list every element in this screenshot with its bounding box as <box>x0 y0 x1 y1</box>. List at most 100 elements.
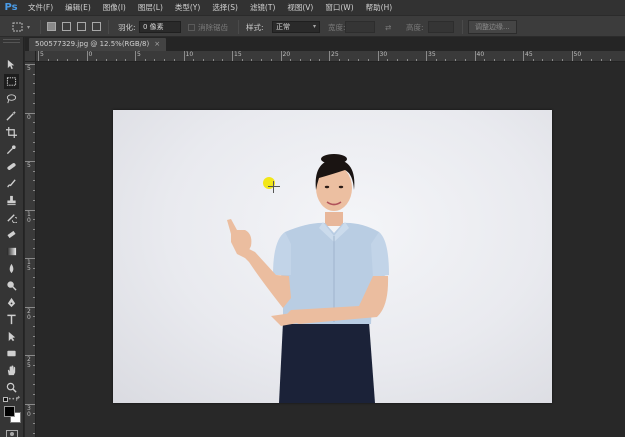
eraser-icon[interactable] <box>4 227 19 242</box>
hand-icon[interactable] <box>4 363 19 378</box>
ruler-tick <box>426 51 427 61</box>
style-value: 正常 <box>276 23 290 31</box>
blur-icon[interactable] <box>4 261 19 276</box>
ruler-label: 5 <box>137 51 141 58</box>
ruler-label: 5 <box>27 65 31 72</box>
intersect-selection-icon[interactable] <box>92 22 101 31</box>
ruler-label: 35 <box>428 51 436 58</box>
subtract-from-selection-icon[interactable] <box>77 22 86 31</box>
ruler-label: 0 <box>27 113 31 121</box>
menu-edit[interactable]: 编辑(E) <box>59 0 97 15</box>
magic-wand-icon[interactable] <box>4 108 19 123</box>
ruler-tick <box>523 51 524 61</box>
feather-label: 羽化: <box>118 22 136 32</box>
swap-colors-icon[interactable]: ↱ <box>15 395 21 403</box>
divider <box>462 20 463 34</box>
refine-edge-button[interactable]: 调整边缘... <box>468 20 517 34</box>
feather-input[interactable]: 0 像素 <box>139 21 181 33</box>
path-selection-icon[interactable] <box>4 329 19 344</box>
height-label: 高度: <box>406 22 424 32</box>
ruler-tick <box>329 51 330 61</box>
crop-icon[interactable] <box>4 125 19 140</box>
menu-filter[interactable]: 滤镜(T) <box>244 0 281 15</box>
menu-type[interactable]: 类型(Y) <box>169 0 206 15</box>
checkbox-icon <box>188 23 195 31</box>
ruler-label: 25 <box>331 51 339 58</box>
width-input[interactable] <box>345 21 375 33</box>
gradient-icon[interactable] <box>4 244 19 259</box>
lasso-icon[interactable] <box>4 91 19 106</box>
toolbox-grip[interactable] <box>3 39 20 43</box>
ruler-label: 5 <box>27 162 31 169</box>
chevron-down-icon: ▾ <box>312 23 316 30</box>
add-to-selection-icon[interactable] <box>62 22 71 31</box>
ruler-label: 2 5 <box>27 356 31 369</box>
ruler-label: 3 0 <box>27 404 31 418</box>
menu-layer[interactable]: 图层(L) <box>132 0 169 15</box>
ruler-tick <box>86 51 88 61</box>
divider <box>238 20 239 34</box>
ruler-tick <box>280 51 282 61</box>
ruler-label: 0 <box>88 51 93 58</box>
move-icon[interactable] <box>4 57 19 72</box>
ruler-label: 1 5 <box>27 259 31 272</box>
history-brush-icon[interactable] <box>4 210 19 225</box>
style-select[interactable]: 正常 ▾ <box>272 21 320 33</box>
ruler-label: 50 <box>573 51 582 58</box>
quick-mask-icon[interactable] <box>6 430 18 437</box>
options-bar: ▾ 羽化: 0 像素 消除锯齿 样式: 正常 ▾ 宽度: ⇄ 高度: 调整边缘.… <box>0 15 625 37</box>
menu-view[interactable]: 视图(V) <box>281 0 319 15</box>
ruler-label: 1 0 <box>27 210 31 224</box>
antialias-label: 消除锯齿 <box>198 22 228 32</box>
tool-preset-picker[interactable]: ▾ <box>12 16 30 38</box>
menu-window[interactable]: 窗口(W) <box>319 0 359 15</box>
ruler-label: 20 <box>282 51 291 58</box>
ruler-tick <box>571 51 573 61</box>
vertical-ruler[interactable]: 5 0 5 1 0 1 5 2 0 2 5 3 0 <box>25 62 36 437</box>
height-input[interactable] <box>428 21 454 33</box>
photoshop-logo: Ps <box>4 2 18 13</box>
ruler-tick <box>38 51 39 61</box>
ruler-tick <box>135 51 136 61</box>
new-selection-icon[interactable] <box>47 22 56 31</box>
eyedropper-icon[interactable] <box>4 142 19 157</box>
ruler-label: 15 <box>234 51 242 58</box>
canvas-area[interactable] <box>36 62 625 437</box>
document-image[interactable] <box>113 110 552 403</box>
clone-stamp-icon[interactable] <box>4 193 19 208</box>
dodge-icon[interactable] <box>4 278 19 293</box>
ruler-label: 2 0 <box>27 307 31 321</box>
menu-select[interactable]: 选择(S) <box>206 0 244 15</box>
pen-icon[interactable] <box>4 295 19 310</box>
antialias-checkbox[interactable]: 消除锯齿 <box>188 16 228 38</box>
ruler-label: 45 <box>525 51 533 58</box>
ruler-origin[interactable] <box>25 51 36 62</box>
woman-photo <box>227 154 389 403</box>
brush-icon[interactable] <box>4 176 19 191</box>
menu-help[interactable]: 帮助(H) <box>360 0 399 15</box>
crosshair-cursor-icon <box>268 181 280 193</box>
swap-width-height-icon[interactable]: ⇄ <box>385 16 391 38</box>
zoom-icon[interactable] <box>4 380 19 395</box>
type-icon[interactable] <box>4 312 19 327</box>
menu-image[interactable]: 图像(I) <box>97 0 132 15</box>
ruler-tick <box>183 51 185 61</box>
shape-icon[interactable] <box>4 346 19 361</box>
close-icon[interactable]: × <box>154 40 160 48</box>
ruler-tick <box>377 51 379 61</box>
default-colors-icon[interactable] <box>3 397 8 402</box>
marquee-icon[interactable] <box>4 74 19 89</box>
ruler-label: 40 <box>476 51 485 58</box>
menu-file[interactable]: 文件(F) <box>22 0 59 15</box>
ruler-label: 5 <box>40 51 44 58</box>
document-tab-title: 500577329.jpg @ 12.5%(RGB/8) <box>35 40 150 48</box>
ruler-tick <box>232 51 233 61</box>
menu-bar: Ps 文件(F) 编辑(E) 图像(I) 图层(L) 类型(Y) 选择(S) 滤… <box>0 0 625 15</box>
foreground-color-swatch[interactable] <box>4 406 15 417</box>
divider <box>40 20 41 34</box>
width-label: 宽度: <box>328 22 346 32</box>
document-tab[interactable]: 500577329.jpg @ 12.5%(RGB/8) × <box>29 38 167 51</box>
ruler-tick <box>474 51 476 61</box>
horizontal-ruler[interactable]: 5 0 5 10 15 20 25 30 35 40 45 50 <box>36 51 625 62</box>
healing-brush-icon[interactable] <box>4 159 19 174</box>
